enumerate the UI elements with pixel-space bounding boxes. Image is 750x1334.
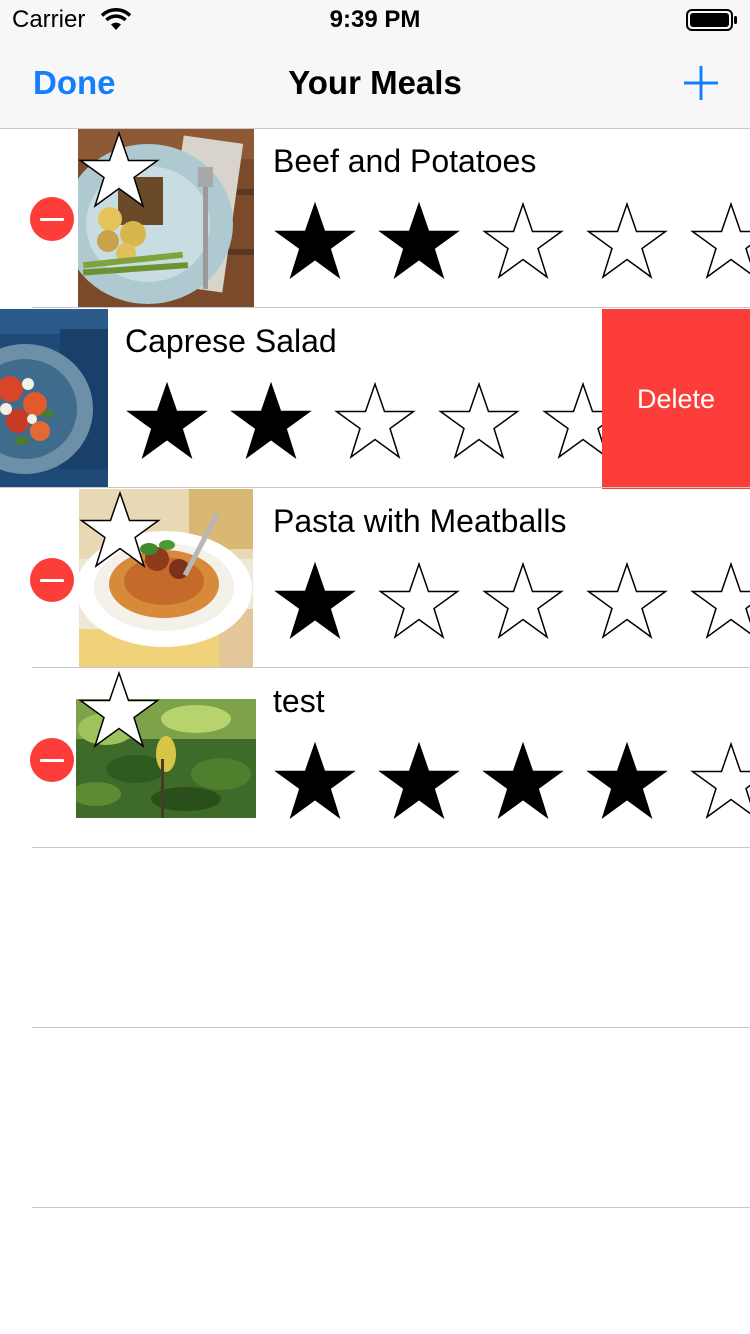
meal-name: Caprese Salad — [125, 323, 337, 359]
filled-star-icon[interactable] — [229, 381, 313, 465]
meal-table: Beef and Potatoes Caprese Salad Delete P… — [0, 129, 750, 1334]
filled-star-icon[interactable] — [273, 561, 357, 645]
overlay-star-icon — [78, 670, 160, 748]
empty-star-icon[interactable] — [689, 201, 750, 285]
meal-row[interactable]: Beef and Potatoes — [0, 129, 750, 309]
overlay-star-icon — [79, 490, 161, 568]
empty-star-icon[interactable] — [689, 561, 750, 645]
delete-action-label: Delete — [636, 383, 716, 414]
row-separator — [32, 667, 750, 668]
empty-star-icon[interactable] — [333, 381, 417, 465]
meal-name: Beef and Potatoes — [273, 143, 537, 179]
empty-star-icon[interactable] — [481, 201, 565, 285]
meal-name: test — [273, 683, 325, 719]
page-title: Your Meals — [288, 64, 462, 101]
status-time: 9:39 PM — [329, 6, 421, 33]
empty-star-icon[interactable] — [689, 741, 750, 825]
delete-control-button[interactable] — [30, 197, 74, 241]
add-icon[interactable] — [682, 64, 720, 102]
row-separator — [32, 307, 750, 308]
meal-row[interactable]: Pasta with Meatballs — [0, 489, 750, 669]
meal-row[interactable]: test — [0, 669, 750, 849]
overlay-star-icon — [78, 130, 160, 208]
meal-name: Pasta with Meatballs — [273, 503, 567, 539]
filled-star-icon[interactable] — [481, 741, 565, 825]
filled-star-icon[interactable] — [125, 381, 209, 465]
battery-icon — [686, 9, 737, 31]
filled-star-icon[interactable] — [377, 201, 461, 285]
row-separator — [32, 1207, 750, 1208]
filled-star-icon[interactable] — [273, 201, 357, 285]
status-bar: Carrier 9:39 PM — [0, 0, 750, 40]
row-separator — [0, 487, 750, 488]
empty-star-icon[interactable] — [377, 561, 461, 645]
delete-action-button[interactable]: Delete — [602, 309, 750, 489]
row-separator — [32, 1027, 750, 1028]
filled-star-icon[interactable] — [585, 741, 669, 825]
caprese-salad-photo — [0, 309, 108, 487]
empty-row — [0, 849, 750, 1029]
empty-star-icon[interactable] — [585, 201, 669, 285]
delete-control-button[interactable] — [30, 558, 74, 602]
row-separator — [32, 847, 750, 848]
empty-star-icon[interactable] — [585, 561, 669, 645]
empty-row — [0, 1029, 750, 1209]
screen: Carrier 9:39 PM Done Your Meals Beef and… — [0, 0, 750, 1334]
meal-row[interactable]: Caprese Salad Delete — [0, 309, 750, 489]
filled-star-icon[interactable] — [273, 741, 357, 825]
delete-control-button[interactable] — [30, 738, 74, 782]
empty-star-icon[interactable] — [437, 381, 521, 465]
empty-star-icon[interactable] — [481, 561, 565, 645]
navigation-bar: Done Your Meals — [0, 40, 750, 129]
filled-star-icon[interactable] — [377, 741, 461, 825]
